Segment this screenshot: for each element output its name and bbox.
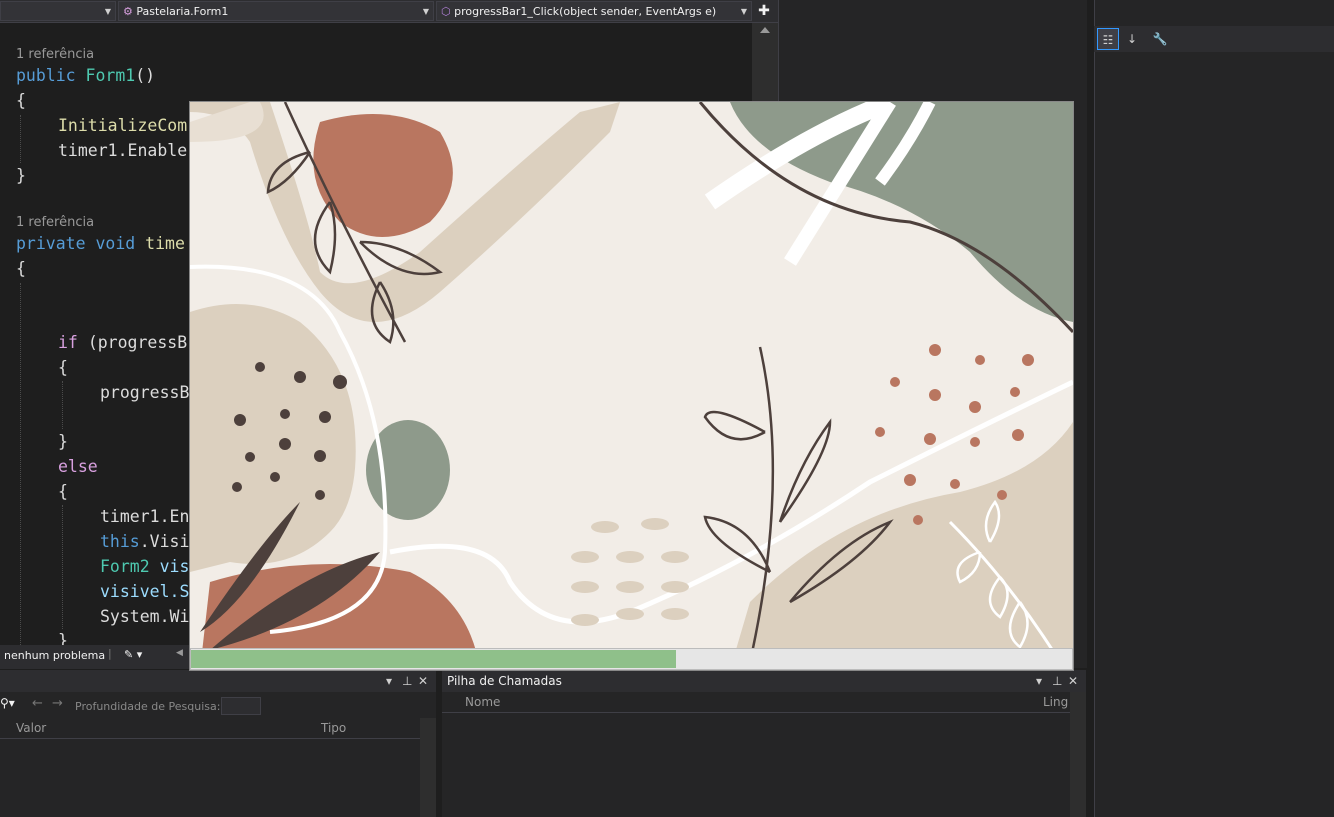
categorized-view-icon[interactable]: ☷ — [1097, 28, 1119, 50]
code-lens-references[interactable]: 1 referência — [16, 47, 94, 62]
class-dropdown[interactable]: ⚙ Pastelaria.Form1 ▼ — [118, 1, 434, 21]
chevron-down-icon: ▼ — [104, 7, 111, 16]
code-line: { — [58, 482, 68, 501]
code-line: public Form1() — [16, 66, 156, 85]
split-editor-icon[interactable]: ✚ — [754, 1, 774, 21]
column-name[interactable]: Nome — [465, 692, 500, 712]
code-line: } — [16, 166, 26, 185]
callstack-panel: Nome Ling — [442, 692, 1086, 817]
code-cleanup-icon[interactable]: ✎ ▾ — [124, 648, 142, 661]
member-dropdown[interactable]: ⬡ progressBar1_Click(object sender, Even… — [436, 1, 752, 21]
progress-bar[interactable] — [190, 648, 1073, 670]
code-line: visivel.S — [100, 582, 190, 601]
forward-arrow-icon[interactable]: → — [52, 696, 63, 711]
scroll-left-icon[interactable]: ◀ — [176, 648, 183, 658]
code-line: } — [58, 432, 68, 451]
locals-column-header: Valor Tipo — [0, 718, 420, 739]
progress-bar-fill — [191, 650, 676, 668]
locals-panel-header: ▾ ⊥ ✕ — [0, 670, 436, 692]
column-language[interactable]: Ling — [1043, 692, 1068, 712]
project-dropdown[interactable]: ▼ — [0, 1, 116, 21]
wrench-icon[interactable]: 🔧 — [1149, 28, 1171, 50]
callstack-panel-header: Pilha de Chamadas ▾ ⊥ ✕ — [442, 670, 1086, 692]
column-type[interactable]: Tipo — [321, 718, 346, 738]
code-line: progressB — [100, 383, 190, 402]
close-icon[interactable]: ✕ — [1068, 670, 1078, 692]
search-depth-label: Profundidade de Pesquisa: — [75, 700, 221, 713]
splash-form-image — [190, 102, 1073, 670]
callstack-column-header: Nome Ling — [442, 692, 1070, 713]
search-icon[interactable]: ⚲▾ — [0, 696, 15, 710]
indent-guide — [20, 283, 21, 645]
callstack-title[interactable]: Pilha de Chamadas — [447, 670, 562, 692]
dropdown-icon[interactable]: ▾ — [1036, 670, 1042, 692]
code-line: this.Visi — [100, 532, 190, 551]
code-line: { — [16, 259, 26, 278]
code-line: timer1.Enable — [58, 141, 188, 160]
code-line: if (progressB — [58, 333, 188, 352]
properties-panel — [1094, 0, 1334, 817]
separator: | — [108, 647, 112, 660]
indent-guide — [62, 381, 63, 429]
locals-panel: ⚲▾ ← → Profundidade de Pesquisa: Valor T… — [0, 692, 436, 817]
code-line: else — [58, 457, 98, 476]
code-line: private void time — [16, 234, 185, 253]
code-line: { — [16, 91, 26, 110]
chevron-down-icon: ▼ — [422, 7, 429, 16]
callstack-scrollbar[interactable] — [1070, 692, 1086, 817]
editor-navigation-bar: ▼ ⚙ Pastelaria.Form1 ▼ ⬡ progressBar1_Cl… — [0, 0, 778, 23]
code-line: } — [58, 631, 68, 645]
code-line: { — [58, 358, 68, 377]
locals-scrollbar[interactable] — [420, 718, 436, 817]
pin-icon[interactable]: ⊥ — [402, 670, 412, 692]
abstract-leaf-artwork — [190, 102, 1073, 670]
class-icon: ⚙ — [123, 5, 133, 18]
class-dropdown-value: Pastelaria.Form1 — [136, 5, 229, 18]
code-line: Form2 vis — [100, 557, 190, 576]
back-arrow-icon[interactable]: ← — [32, 696, 43, 711]
column-value[interactable]: Valor — [16, 718, 46, 738]
code-line: System.Wi — [100, 607, 190, 626]
chevron-down-icon: ▼ — [740, 7, 747, 16]
alphabetical-sort-icon[interactable]: ↓ — [1121, 28, 1143, 50]
method-icon: ⬡ — [441, 5, 451, 18]
code-line: InitializeCom — [58, 116, 188, 135]
indent-guide — [20, 115, 21, 163]
code-lens-references[interactable]: 1 referência — [16, 215, 94, 230]
dropdown-icon[interactable]: ▾ — [386, 670, 392, 692]
member-dropdown-value: progressBar1_Click(object sender, EventA… — [454, 5, 717, 18]
code-line: timer1.En — [100, 507, 190, 526]
scroll-up-icon[interactable] — [760, 27, 770, 33]
pin-icon[interactable]: ⊥ — [1052, 670, 1062, 692]
issues-status[interactable]: nenhum problema — [4, 649, 105, 662]
indent-guide — [62, 505, 63, 629]
search-depth-dropdown[interactable] — [221, 697, 261, 715]
close-icon[interactable]: ✕ — [418, 670, 428, 692]
